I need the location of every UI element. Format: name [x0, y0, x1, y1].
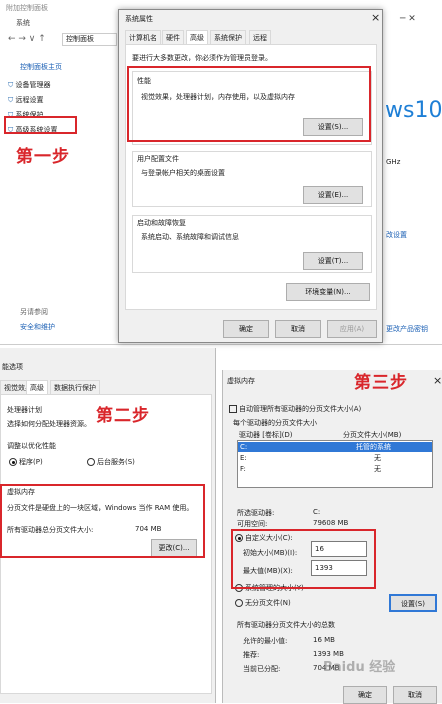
profile-settings-button[interactable]: 设置(E)...	[303, 186, 363, 204]
drive-size: 无	[374, 454, 381, 462]
ok-button[interactable]: 确定	[223, 320, 269, 338]
user-profile-group: 用户配置文件 与登录帐户相关的桌面设置 设置(E)...	[132, 151, 372, 207]
admin-note: 要进行大多数更改，你必须作为管理员登录。	[132, 54, 272, 62]
checkbox-empty-icon	[229, 405, 237, 413]
drive-list[interactable]: C: 托管的系统 E: 无 F: 无	[237, 440, 433, 488]
step-two-label: 第二步	[96, 406, 150, 426]
see-also: 另请参阅	[20, 308, 48, 316]
drive-size: 无	[374, 465, 381, 473]
user-profile-label: 用户配置文件	[137, 155, 179, 163]
drive-name: F:	[240, 465, 246, 473]
vm-dialog-title: 虚拟内存	[227, 377, 255, 385]
address-path: 控制面板	[66, 35, 94, 43]
vm-close-icon[interactable]: ×	[433, 374, 442, 387]
min-value: 16 MB	[313, 636, 335, 644]
device-manager-link[interactable]: ⛉ 设备管理器	[8, 78, 57, 93]
remote-settings-link[interactable]: ⛉ 远程设置	[8, 93, 57, 108]
drive-name: E:	[240, 454, 247, 462]
cancel-button[interactable]: 取消	[275, 320, 321, 338]
set-button[interactable]: 设置(S)	[389, 594, 437, 612]
auto-manage-checkbox[interactable]: 自动管理所有驱动器的分页文件大小(A)	[229, 404, 361, 414]
drive-row[interactable]: E: 无	[238, 453, 432, 463]
tab-computer-name[interactable]: 计算机名	[125, 30, 161, 45]
col-drive-header: 驱动器 [卷标](D)	[239, 431, 293, 439]
sched-label: 处理器计划	[7, 406, 42, 414]
vm-cancel-button[interactable]: 取消	[393, 686, 437, 704]
recommended-label: 推荐:	[243, 651, 260, 659]
change-key-link[interactable]: 更改产品密钥	[386, 324, 428, 334]
tab-perf-advanced[interactable]: 高级	[26, 380, 48, 395]
tab-hardware[interactable]: 硬件	[162, 30, 184, 45]
free-space-value: 79608 MB	[313, 519, 349, 527]
windows-brand-text: ws10	[385, 98, 442, 123]
current-label: 当前已分配:	[243, 665, 281, 673]
sched-desc: 选择如何分配处理器资源。	[7, 420, 91, 428]
perf-dialog-title: 能选项	[2, 363, 23, 371]
min-label: 允许的最小值:	[243, 637, 288, 645]
drive-row-selected[interactable]: C: 托管的系统	[238, 442, 432, 452]
ghz-text: GHz	[386, 158, 401, 166]
highlight-performance	[127, 66, 371, 142]
baidu-watermark: Baidu 经验	[323, 660, 396, 675]
env-vars-button[interactable]: 环境变量(N)...	[286, 283, 370, 301]
startup-desc: 系统启动、系统故障和调试信息	[141, 233, 239, 241]
cp-home-link[interactable]: 控制面板主页	[20, 62, 62, 72]
tab-advanced[interactable]: 高级	[186, 30, 208, 45]
user-profile-desc: 与登录帐户相关的桌面设置	[141, 169, 225, 177]
step-one-label: 第一步	[16, 147, 70, 167]
drive-size: 托管的系统	[356, 443, 391, 451]
tab-remote[interactable]: 远程	[249, 30, 271, 45]
system-properties-dialog: 系统属性 × 计算机名 硬件 高级 系统保护 远程 要进行大多数更改，你必须作为…	[118, 9, 383, 343]
shield-icon: ⛉	[8, 81, 14, 89]
highlight-custom-size	[231, 529, 376, 589]
adjust-label: 调整以优化性能	[7, 442, 56, 450]
vm-ok-button[interactable]: 确定	[343, 686, 387, 704]
radio-selected-icon	[9, 458, 17, 466]
cp-window-controls: ─ ✕	[400, 14, 416, 24]
sel-drive-value: C:	[313, 508, 321, 516]
programs-radio[interactable]: 程序(P)	[9, 457, 43, 467]
startup-recovery-group: 启动和故障恢复 系统启动、系统故障和调试信息 设置(T)...	[132, 215, 372, 273]
drive-name: C:	[240, 443, 248, 451]
step-three-label: 第三步	[354, 373, 408, 393]
radio-empty-icon	[87, 458, 95, 466]
startup-settings-button[interactable]: 设置(T)...	[303, 252, 363, 270]
nav-arrows[interactable]: ← → ∨ ↑	[8, 34, 46, 44]
performance-options-dialog: 能选项 视觉效果 高级 数据执行保护 处理器计划 选择如何分配处理器资源。 调整…	[0, 348, 216, 703]
sel-drive-label: 所选驱动器:	[237, 509, 275, 517]
tab-dep[interactable]: 数据执行保护	[50, 380, 100, 395]
change-settings-link[interactable]: 改设置	[386, 230, 407, 240]
titlebar-text: 附加控制面板	[6, 4, 48, 12]
dialog-title: 系统属性	[125, 15, 153, 23]
highlight-advanced-link	[4, 116, 77, 134]
radio-empty-icon	[235, 599, 243, 607]
free-space-label: 可用空间:	[237, 520, 268, 528]
total-label: 所有驱动器分页文件大小的总数	[237, 621, 335, 629]
shield-icon: ⛉	[8, 96, 14, 104]
startup-label: 启动和故障恢复	[137, 219, 186, 227]
highlight-virtual-memory	[0, 484, 205, 558]
no-paging-radio[interactable]: 无分页文件(N)	[235, 598, 291, 608]
col-size-header: 分页文件大小(MB)	[343, 431, 402, 439]
security-link[interactable]: 安全和维护	[20, 322, 55, 332]
tab-system-protection[interactable]: 系统保护	[210, 30, 246, 45]
window-title: 系统	[16, 19, 30, 27]
address-bar[interactable]: 控制面板	[62, 33, 117, 46]
per-drive-label: 每个驱动器的分页文件大小	[233, 419, 317, 427]
drive-row[interactable]: F: 无	[238, 464, 432, 474]
perf-tab-strip: 视觉效果 高级 数据执行保护	[0, 380, 210, 395]
tab-strip: 计算机名 硬件 高级 系统保护 远程	[125, 30, 375, 45]
services-radio[interactable]: 后台服务(S)	[87, 457, 135, 467]
apply-button[interactable]: 应用(A)	[327, 320, 377, 338]
close-icon[interactable]: ×	[371, 11, 380, 24]
